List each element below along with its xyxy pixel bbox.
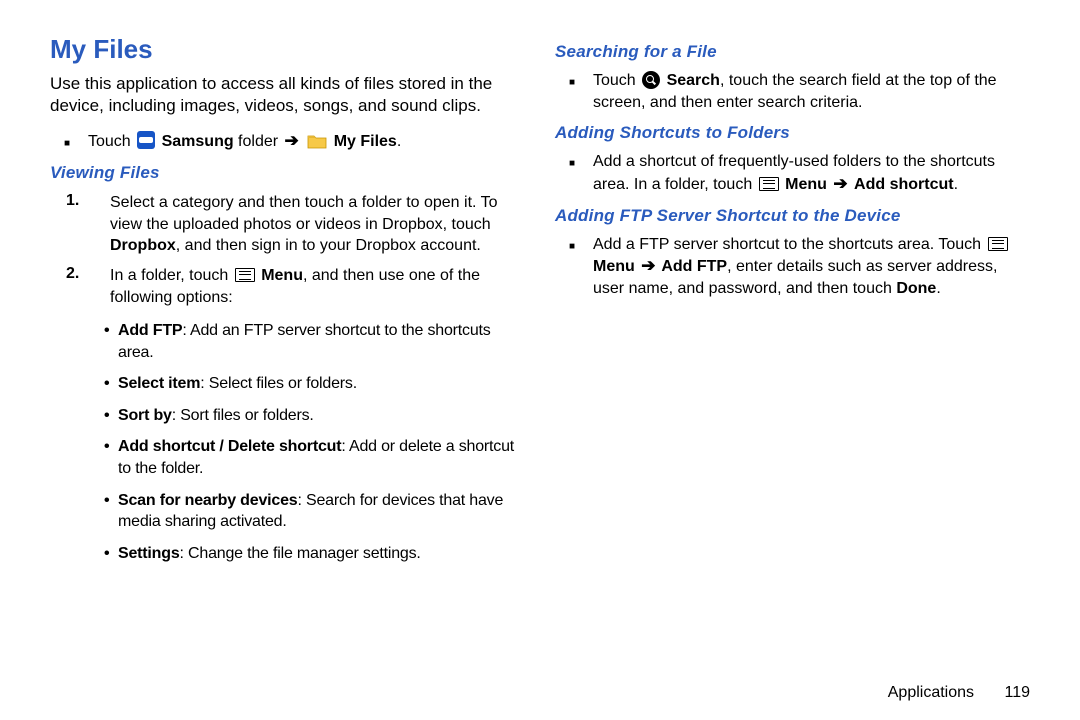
heading-searching: Searching for a File bbox=[555, 42, 1030, 62]
arrow-icon: ➔ bbox=[285, 130, 299, 153]
step-2: In a folder, touch Menu, and then use on… bbox=[50, 265, 525, 308]
label: Sort by bbox=[118, 407, 172, 424]
add-shortcut-label: Add shortcut bbox=[854, 176, 954, 193]
manual-page: My Files Use this application to access … bbox=[0, 0, 1080, 720]
step-1: Select a category and then touch a folde… bbox=[50, 192, 525, 257]
intro-paragraph: Use this application to access all kinds… bbox=[50, 73, 525, 117]
text: : Change the file manager settings. bbox=[180, 545, 421, 562]
bullet-icon: ■ bbox=[50, 138, 88, 149]
done-label: Done bbox=[896, 280, 936, 297]
bullet-icon: ■ bbox=[555, 158, 593, 169]
page-title: My Files bbox=[50, 34, 525, 65]
text: Select a category and then touch a folde… bbox=[110, 194, 498, 233]
bullet-icon: ■ bbox=[555, 241, 593, 252]
text: folder bbox=[234, 133, 283, 150]
ftp-item: ■ Add a FTP server shortcut to the short… bbox=[555, 234, 1030, 300]
folder-icon bbox=[307, 133, 327, 149]
menu-label: Menu bbox=[781, 176, 832, 193]
label: Add shortcut / Delete shortcut bbox=[118, 438, 341, 455]
arrow-icon: ➔ bbox=[641, 255, 655, 278]
search-label: Search bbox=[662, 72, 720, 89]
section-name: Applications bbox=[888, 684, 974, 701]
left-column: My Files Use this application to access … bbox=[50, 34, 525, 702]
samsung-label: Samsung bbox=[162, 133, 234, 150]
nav-content: Touch Samsung folder ➔ My Files. bbox=[88, 130, 525, 153]
label: Add FTP bbox=[118, 322, 182, 339]
add-ftp-label: Add FTP bbox=[657, 258, 727, 275]
menu-icon bbox=[235, 268, 255, 282]
label: Settings bbox=[118, 545, 180, 562]
search-item: ■ Touch Search, touch the search field a… bbox=[555, 70, 1030, 113]
search-icon bbox=[642, 71, 660, 89]
page-number: 119 bbox=[1004, 684, 1030, 702]
shortcut-item: ■ Add a shortcut of frequently-used fold… bbox=[555, 151, 1030, 196]
menu-icon bbox=[988, 237, 1008, 251]
label: Scan for nearby devices bbox=[118, 492, 298, 509]
text: Touch bbox=[593, 72, 640, 89]
opt-add-shortcut: Add shortcut / Delete shortcut: Add or d… bbox=[104, 436, 525, 479]
opt-sort-by: Sort by: Sort files or folders. bbox=[104, 405, 525, 427]
page-footer: Applications 119 bbox=[555, 666, 1030, 702]
opt-scan: Scan for nearby devices: Search for devi… bbox=[104, 490, 525, 533]
heading-viewing-files: Viewing Files bbox=[50, 163, 525, 183]
menu-label: Menu bbox=[593, 258, 639, 275]
heading-ftp: Adding FTP Server Shortcut to the Device bbox=[555, 206, 1030, 226]
text: Add a FTP server shortcut to the shortcu… bbox=[593, 236, 986, 253]
text: : Sort files or folders. bbox=[172, 407, 314, 424]
text: , and then sign in to your Dropbox accou… bbox=[176, 237, 481, 254]
arrow-icon: ➔ bbox=[833, 173, 847, 196]
bullet-icon: ■ bbox=[555, 77, 593, 88]
text: Touch bbox=[88, 133, 135, 150]
text: . bbox=[954, 176, 958, 193]
opt-settings: Settings: Change the file manager settin… bbox=[104, 543, 525, 565]
samsung-app-icon bbox=[137, 131, 155, 149]
text: . bbox=[936, 280, 940, 297]
menu-label: Menu bbox=[257, 267, 303, 284]
dropbox-label: Dropbox bbox=[110, 237, 176, 254]
text: . bbox=[397, 133, 401, 150]
heading-shortcuts: Adding Shortcuts to Folders bbox=[555, 123, 1030, 143]
menu-icon bbox=[759, 177, 779, 191]
opt-select-item: Select item: Select files or folders. bbox=[104, 373, 525, 395]
myfiles-label: My Files bbox=[334, 133, 397, 150]
text: : Select files or folders. bbox=[200, 375, 357, 392]
opt-add-ftp: Add FTP: Add an FTP server shortcut to t… bbox=[104, 320, 525, 363]
nav-instruction: ■ Touch Samsung folder ➔ My Files. bbox=[50, 130, 525, 153]
steps-list: Select a category and then touch a folde… bbox=[50, 188, 525, 316]
label: Select item bbox=[118, 375, 200, 392]
right-column: Searching for a File ■ Touch Search, tou… bbox=[555, 34, 1030, 702]
text: In a folder, touch bbox=[110, 267, 233, 284]
options-list: Add FTP: Add an FTP server shortcut to t… bbox=[50, 320, 525, 574]
